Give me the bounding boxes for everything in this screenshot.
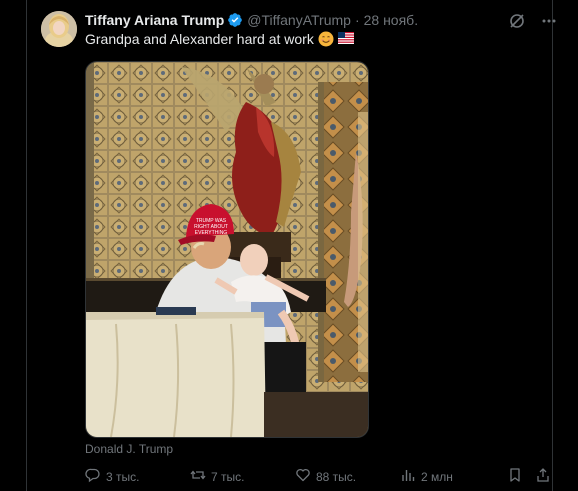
views-count: 2 млн — [421, 469, 453, 484]
smiling-face-emoji-icon — [318, 31, 334, 47]
tweet-date[interactable]: 28 нояб. — [364, 12, 418, 28]
handle[interactable]: @TiffanyATrump — [247, 12, 351, 28]
bookmark-icon — [507, 467, 523, 486]
views-button[interactable]: 2 млн — [400, 467, 453, 486]
separator-dot: · — [354, 12, 360, 28]
tweet-header: Tiffany Ariana Trump @TiffanyATrump · 28… — [85, 10, 418, 30]
views-icon — [400, 467, 416, 486]
share-icon — [535, 467, 551, 486]
repost-icon — [190, 467, 206, 486]
grok-icon[interactable] — [508, 12, 526, 30]
tweet-text-body: Grandpa and Alexander hard at work — [85, 31, 314, 47]
us-flag-emoji-icon — [337, 31, 354, 47]
repost-button[interactable]: 7 тыс. — [190, 467, 244, 486]
verified-badge-icon[interactable] — [227, 12, 243, 28]
tweet-view: Tiffany Ariana Trump @TiffanyATrump · 28… — [0, 0, 578, 491]
tweet-photo[interactable]: TRUMP WAS RIGHT ABOUT EVERYTHING — [85, 61, 369, 438]
heart-icon — [295, 467, 311, 486]
avatar[interactable] — [41, 11, 77, 47]
repost-count: 7 тыс. — [211, 469, 245, 484]
display-name[interactable]: Tiffany Ariana Trump — [85, 12, 224, 28]
like-button[interactable]: 88 тыс. — [295, 467, 356, 486]
tweet-actions: 3 тыс. 7 тыс. 88 тыс. 2 млн — [85, 467, 555, 485]
column-border-right — [552, 0, 553, 491]
column-border-left — [26, 0, 27, 491]
share-button[interactable] — [535, 467, 551, 486]
media-caption[interactable]: Donald J. Trump — [85, 442, 173, 456]
bookmark-button[interactable] — [507, 467, 523, 486]
more-icon[interactable] — [540, 12, 558, 30]
reply-count: 3 тыс. — [106, 469, 140, 484]
svg-text:EVERYTHING: EVERYTHING — [195, 230, 228, 236]
reply-icon — [85, 467, 101, 486]
reply-button[interactable]: 3 тыс. — [85, 467, 139, 486]
tweet-top-actions — [508, 12, 558, 30]
like-count: 88 тыс. — [316, 469, 357, 484]
photo-illustration: TRUMP WAS RIGHT ABOUT EVERYTHING — [86, 62, 368, 437]
tweet-text: Grandpa and Alexander hard at work — [85, 31, 354, 47]
